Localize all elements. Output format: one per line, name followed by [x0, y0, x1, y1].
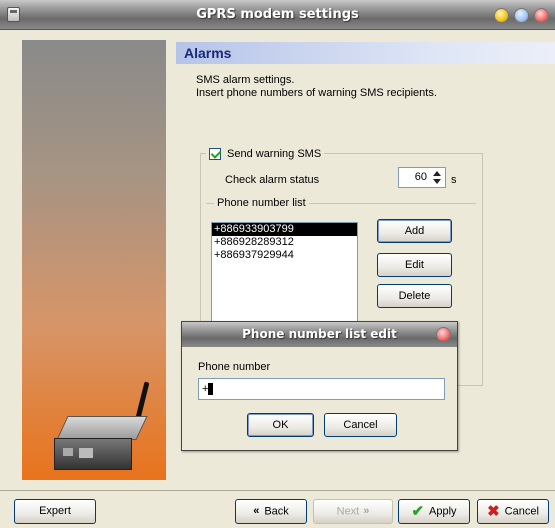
delete-button[interactable]: Delete	[377, 284, 452, 308]
modem-front	[54, 438, 132, 470]
dialog-title: Phone number list edit	[242, 327, 397, 341]
title-bar[interactable]: GPRS modem settings	[0, 0, 555, 30]
cancel-button[interactable]: ✖ Cancel	[477, 499, 549, 524]
x-icon: ✖	[487, 503, 500, 520]
double-chevron-left-icon: «	[253, 505, 260, 517]
modem-top	[56, 416, 148, 440]
phone-list-item[interactable]: +886937929944	[212, 249, 357, 262]
dialog-cancel-button[interactable]: Cancel	[324, 413, 397, 437]
minimize-button[interactable]	[494, 8, 509, 23]
send-warning-sms-label: Send warning SMS	[227, 148, 322, 160]
apply-button[interactable]: ✔ Apply	[398, 499, 470, 524]
send-warning-sms-checkbox[interactable]	[209, 148, 221, 160]
edit-button[interactable]: Edit	[377, 253, 452, 277]
phone-number-edit-dialog: Phone number list edit Phone number + OK…	[181, 321, 458, 451]
maximize-button[interactable]	[514, 8, 529, 23]
wizard-side-image	[22, 40, 166, 480]
phone-list-item[interactable]: +886928289312	[212, 236, 357, 249]
text-caret	[208, 383, 214, 396]
modem-device-illustration	[54, 380, 150, 476]
back-button[interactable]: « Back	[235, 499, 307, 524]
wizard-window: GPRS modem settings Alarms SMS alarm set…	[0, 0, 555, 528]
phone-number-field-label: Phone number	[198, 361, 271, 373]
next-button-label: Next	[336, 505, 360, 518]
check-alarm-unit: s	[451, 174, 457, 186]
back-button-label: Back	[264, 505, 289, 518]
dialog-close-button[interactable]	[436, 327, 451, 342]
window-title: GPRS modem settings	[196, 7, 359, 22]
footer-divider	[0, 490, 555, 491]
apply-button-label: Apply	[429, 505, 457, 518]
next-button[interactable]: Next»	[313, 499, 393, 524]
description-line-2: Insert phone numbers of warning SMS reci…	[196, 87, 437, 99]
double-chevron-right-icon: »	[363, 505, 370, 517]
section-title: Alarms	[184, 45, 232, 61]
send-warning-sms-checkbox-row[interactable]: Send warning SMS	[206, 148, 325, 160]
check-alarm-status-spinner[interactable]: 60	[398, 167, 446, 188]
add-button[interactable]: Add	[377, 219, 452, 243]
dialog-ok-button[interactable]: OK	[247, 413, 314, 437]
expert-button[interactable]: Expert	[14, 499, 96, 524]
section-description: SMS alarm settings. Insert phone numbers…	[196, 74, 437, 100]
dialog-title-bar[interactable]: Phone number list edit	[182, 322, 457, 347]
cancel-button-label: Cancel	[504, 505, 539, 518]
phone-number-input[interactable]: +	[198, 378, 445, 400]
checkmark-icon: ✔	[411, 503, 425, 520]
check-alarm-status-value[interactable]: 60	[415, 171, 427, 183]
phone-list-item[interactable]: +886933903799	[212, 223, 357, 236]
expert-button-label: Expert	[39, 505, 71, 517]
phone-number-list-label: Phone number list	[214, 197, 309, 209]
spinner-arrows-icon[interactable]	[431, 170, 443, 185]
section-header: Alarms	[176, 42, 555, 64]
check-alarm-status-label: Check alarm status	[225, 174, 320, 186]
close-button[interactable]	[534, 8, 549, 23]
description-line-1: SMS alarm settings.	[196, 74, 295, 86]
